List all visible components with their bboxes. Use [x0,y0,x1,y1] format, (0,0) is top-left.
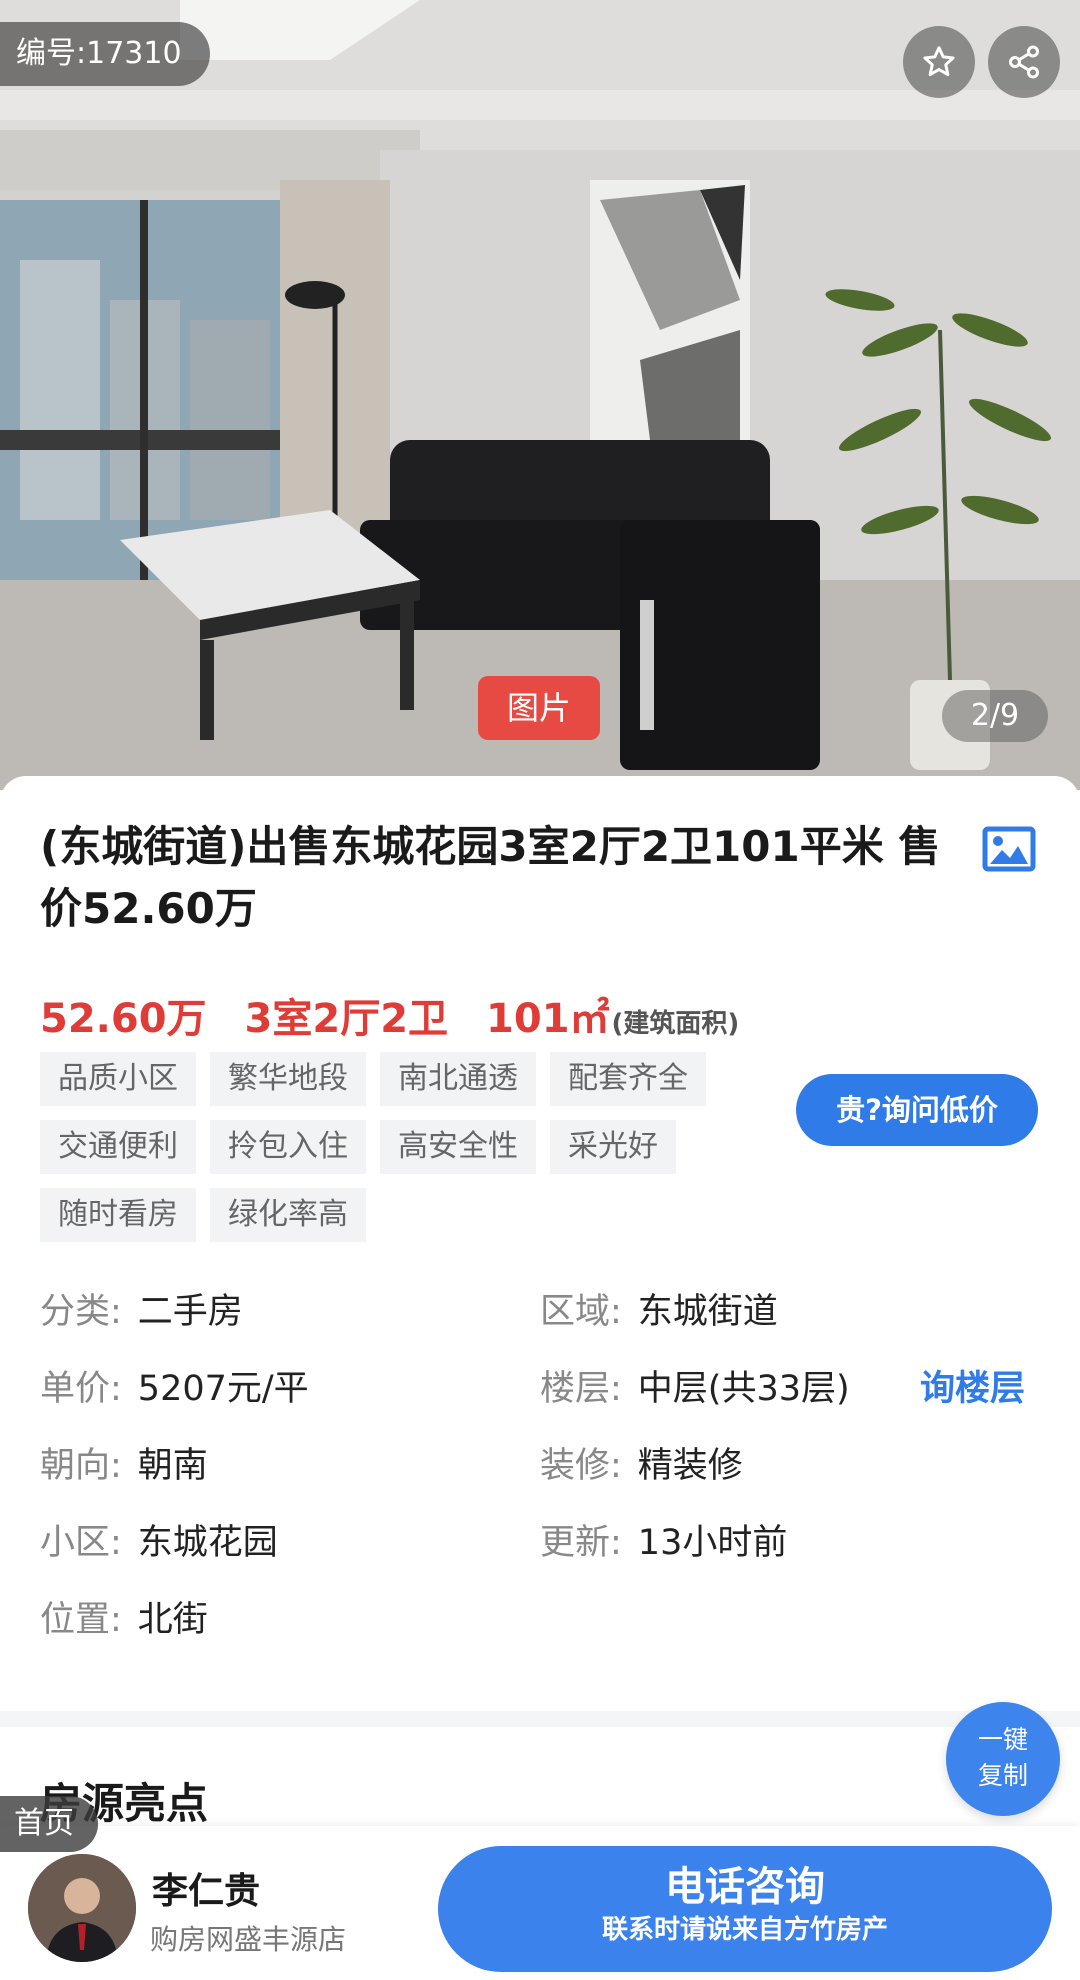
feature-tag: 配套齐全 [550,1052,706,1106]
feature-tags: 品质小区 繁华地段 南北通透 配套齐全 交通便利 拎包入住 高安全性 采光好 随… [40,1052,760,1242]
ask-lower-price-button[interactable]: 贵?询问低价 [796,1074,1038,1146]
detail-label: 区域: [540,1292,622,1332]
detail-unit-price: 单价: 5207元/平 [40,1359,309,1419]
copy-button-line1: 一键 [977,1725,1028,1754]
section-divider [0,1711,1080,1727]
detail-district: 区域: 东城街道 [540,1282,778,1342]
detail-value: 5207元/平 [137,1369,309,1409]
ask-floor-link[interactable]: 询楼层 [920,1359,1025,1419]
feature-tag: 高安全性 [380,1120,536,1174]
detail-category: 分类: 二手房 [40,1282,243,1342]
detail-value: 二手房 [137,1292,243,1332]
share-icon [1009,45,1039,79]
detail-orientation: 朝向: 朝南 [40,1436,208,1496]
area-note: (建筑面积) [611,1009,740,1039]
floor-area: 101㎡ [486,996,610,1042]
detail-value: 北街 [137,1600,208,1640]
feature-tag: 绿化率高 [210,1188,366,1242]
star-icon [923,46,955,77]
detail-floor: 楼层: 中层(共33层) [540,1359,850,1419]
price-summary: 52.60万 3室2厅2卫 101㎡ (建筑面积) [40,986,739,1042]
feature-tag: 品质小区 [40,1052,196,1106]
living-room-photo [0,0,1080,790]
detail-location: 位置: 北街 [40,1590,208,1650]
listing-title: (东城街道)出售东城花园3室2厅2卫101平米 售价52.60万 [40,822,941,933]
gallery-icon[interactable] [982,826,1036,872]
listing-photo[interactable]: 编号:17310 图片 2/9 [0,0,1080,790]
detail-label: 位置: [40,1600,122,1640]
feature-tag: 繁华地段 [210,1052,366,1106]
detail-value: 东城街道 [637,1292,778,1332]
feature-tag: 采光好 [550,1120,676,1174]
agent-name: 李仁贵 [152,1871,261,1912]
detail-updated: 更新: 13小时前 [540,1513,787,1573]
agent-shop: 购房网盛丰源店 [150,1923,347,1956]
detail-label: 楼层: [540,1369,622,1409]
detail-label: 更新: [540,1523,622,1563]
detail-label: 朝向: [40,1446,122,1486]
total-price: 52.60万 [40,996,207,1042]
feature-tag: 交通便利 [40,1120,196,1174]
call-button-hint: 联系时请说来自方竹房产 [601,1915,888,1945]
feature-tag: 南北通透 [380,1052,536,1106]
detail-value: 精装修 [637,1446,743,1486]
detail-community: 小区: 东城花园 [40,1513,278,1573]
image-counter: 2/9 [942,690,1048,742]
detail-decoration: 装修: 精装修 [540,1436,743,1496]
favorite-button[interactable] [903,26,975,98]
image-tab[interactable]: 图片 [478,676,600,740]
share-button[interactable] [988,26,1060,98]
bottom-action-bar: 首页 李仁贵 购房网盛丰源店 电话咨询 联系时请说来自方竹房产 [0,1796,1080,1980]
home-button[interactable]: 首页 [0,1796,98,1852]
detail-value: 朝南 [137,1446,208,1486]
listing-id-badge: 编号:17310 [0,22,210,86]
detail-label: 分类: [40,1292,122,1332]
feature-tag: 拎包入住 [210,1120,366,1174]
detail-value: 东城花园 [137,1523,278,1563]
detail-value: 中层(共33层) [637,1369,850,1409]
feature-tag: 随时看房 [40,1188,196,1242]
detail-value: 13小时前 [637,1523,788,1563]
copy-button-line2: 复制 [977,1761,1028,1790]
agent-portrait [28,1854,136,1962]
one-click-copy-button[interactable]: 一键 复制 [946,1702,1060,1816]
detail-label: 单价: [40,1369,122,1409]
detail-label: 小区: [40,1523,122,1563]
listing-detail-card: (东城街道)出售东城花园3室2厅2卫101平米 售价52.60万 52.60万 … [0,776,1080,1980]
call-button-label: 电话咨询 [665,1864,825,1910]
phone-consult-button[interactable]: 电话咨询 联系时请说来自方竹房产 [438,1846,1052,1972]
agent-avatar[interactable] [28,1854,136,1962]
detail-label: 装修: [540,1446,622,1486]
room-layout: 3室2厅2卫 [244,996,449,1042]
